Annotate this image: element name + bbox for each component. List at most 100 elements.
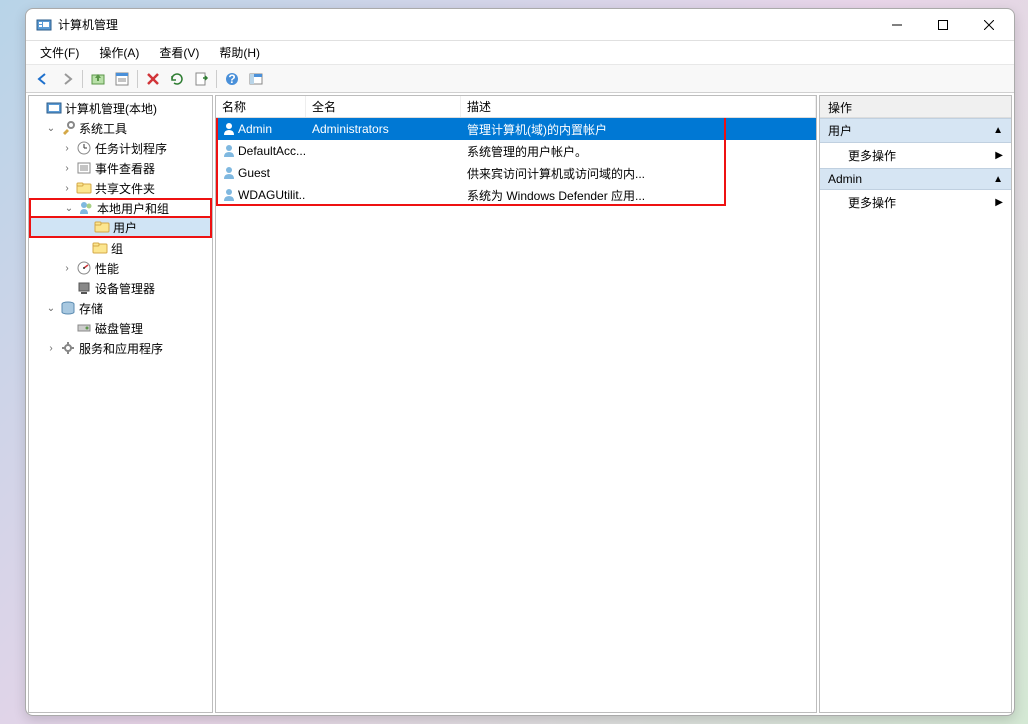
actions-section-admin[interactable]: Admin ▲ <box>820 168 1011 190</box>
action-label: 更多操作 <box>848 147 896 164</box>
toolbar-separator <box>137 70 138 88</box>
tree-disk-management[interactable]: 磁盘管理 <box>29 318 212 338</box>
minimize-button[interactable] <box>874 9 920 40</box>
actions-section-users[interactable]: 用户 ▲ <box>820 118 1011 143</box>
user-row[interactable]: Guest 供来宾访问计算机或访问域的内... <box>216 162 816 184</box>
cell-description: 系统为 Windows Defender 应用... <box>461 187 816 204</box>
tree-label: 存储 <box>79 300 103 317</box>
users-icon <box>78 200 94 216</box>
svg-text:?: ? <box>228 72 235 86</box>
tree-label: 事件查看器 <box>95 160 155 177</box>
tree-system-tools[interactable]: ⌄ 系统工具 <box>29 118 212 138</box>
tree-local-users-groups[interactable]: ⌄ 本地用户和组 <box>29 198 212 218</box>
tree-users[interactable]: 用户 <box>29 218 212 238</box>
tree-shared-folders[interactable]: › 共享文件夹 <box>29 178 212 198</box>
performance-icon <box>76 260 92 276</box>
user-row[interactable]: DefaultAcc...系统管理的用户帐户。 <box>216 140 816 162</box>
tree-panel[interactable]: 计算机管理(本地) ⌄ 系统工具 › 任务计划程序 › 事件查看器 › 共享文件… <box>28 95 213 713</box>
content-area: 计算机管理(本地) ⌄ 系统工具 › 任务计划程序 › 事件查看器 › 共享文件… <box>26 93 1014 715</box>
tree-label: 组 <box>111 240 123 257</box>
tree-label: 服务和应用程序 <box>79 340 163 357</box>
actions-header: 操作 <box>820 96 1011 118</box>
folder-icon <box>94 219 110 235</box>
collapse-icon: ▲ <box>993 125 1003 136</box>
cell-name: Guest <box>216 166 306 180</box>
window-controls <box>874 9 1012 40</box>
window-title: 计算机管理 <box>58 16 874 33</box>
export-button[interactable] <box>190 68 212 90</box>
folder-icon <box>92 240 108 256</box>
cell-name: WDAGUtilit... <box>216 188 306 202</box>
cell-description: 管理计算机(域)的内置帐户 <box>461 121 816 138</box>
user-icon <box>222 188 236 202</box>
refresh-button[interactable] <box>166 68 188 90</box>
up-button[interactable] <box>87 68 109 90</box>
main-window: 计算机管理 文件(F) 操作(A) 查看(V) 帮助(H) ? 计算机 <box>25 8 1015 716</box>
list-panel[interactable]: 名称 全名 描述 AdminAdministrators管理计算机(域)的内置帐… <box>215 95 817 713</box>
tools-icon <box>60 120 76 136</box>
user-icon <box>222 122 236 136</box>
column-description[interactable]: 描述 <box>461 96 816 117</box>
menu-file[interactable]: 文件(F) <box>30 42 89 63</box>
tree-label: 磁盘管理 <box>95 320 143 337</box>
more-actions-admin[interactable]: 更多操作 ▶ <box>820 190 1011 215</box>
actions-panel: 操作 用户 ▲ 更多操作 ▶ Admin ▲ 更多操作 ▶ <box>819 95 1012 713</box>
tree-groups[interactable]: 组 <box>29 238 212 258</box>
back-button[interactable] <box>32 68 54 90</box>
storage-icon <box>60 300 76 316</box>
properties-button[interactable] <box>111 68 133 90</box>
user-row[interactable]: WDAGUtilit... 系统为 Windows Defender 应用... <box>216 184 816 206</box>
list-body: AdminAdministrators管理计算机(域)的内置帐户DefaultA… <box>216 118 816 206</box>
menu-view[interactable]: 查看(V) <box>149 42 209 63</box>
action-label: 更多操作 <box>848 194 896 211</box>
tree-label: 计算机管理(本地) <box>65 100 157 117</box>
tree-root[interactable]: 计算机管理(本地) <box>29 98 212 118</box>
column-name[interactable]: 名称 <box>216 96 306 117</box>
menu-action[interactable]: 操作(A) <box>89 42 149 63</box>
expander-icon[interactable]: › <box>61 143 73 154</box>
tree-services-apps[interactable]: › 服务和应用程序 <box>29 338 212 358</box>
tree-label: 设备管理器 <box>95 280 155 297</box>
user-icon <box>222 166 236 180</box>
tree-label: 任务计划程序 <box>95 140 167 157</box>
cell-description: 系统管理的用户帐户。 <box>461 143 816 160</box>
tree-storage[interactable]: ⌄ 存储 <box>29 298 212 318</box>
expander-icon[interactable]: › <box>45 343 57 354</box>
delete-button[interactable] <box>142 68 164 90</box>
help-button[interactable]: ? <box>221 68 243 90</box>
app-icon <box>36 17 52 33</box>
tree-label: 系统工具 <box>79 120 127 137</box>
tree-event-viewer[interactable]: › 事件查看器 <box>29 158 212 178</box>
menubar: 文件(F) 操作(A) 查看(V) 帮助(H) <box>26 41 1014 65</box>
cell-fullname: Administrators <box>306 122 461 136</box>
expander-icon[interactable]: ⌄ <box>63 203 75 214</box>
tree-label: 用户 <box>113 219 137 236</box>
show-hide-button[interactable] <box>245 68 267 90</box>
clock-icon <box>76 140 92 156</box>
maximize-button[interactable] <box>920 9 966 40</box>
column-fullname[interactable]: 全名 <box>306 96 461 117</box>
expander-icon[interactable]: ⌄ <box>45 123 57 134</box>
expander-icon[interactable]: › <box>61 163 73 174</box>
device-icon <box>76 280 92 296</box>
forward-button[interactable] <box>56 68 78 90</box>
menu-help[interactable]: 帮助(H) <box>209 42 270 63</box>
more-actions-users[interactable]: 更多操作 ▶ <box>820 143 1011 168</box>
computer-icon <box>46 100 62 116</box>
close-button[interactable] <box>966 9 1012 40</box>
tree-device-manager[interactable]: 设备管理器 <box>29 278 212 298</box>
tree-performance[interactable]: › 性能 <box>29 258 212 278</box>
toolbar-separator <box>82 70 83 88</box>
expander-icon[interactable]: ⌄ <box>45 303 57 314</box>
user-icon <box>222 144 236 158</box>
tree-task-scheduler[interactable]: › 任务计划程序 <box>29 138 212 158</box>
disk-icon <box>76 320 92 336</box>
expander-icon[interactable]: › <box>61 183 73 194</box>
user-row[interactable]: AdminAdministrators管理计算机(域)的内置帐户 <box>216 118 816 140</box>
expander-icon[interactable]: › <box>61 263 73 274</box>
cell-description: 供来宾访问计算机或访问域的内... <box>461 165 816 182</box>
section-label: Admin <box>828 172 862 186</box>
list-header: 名称 全名 描述 <box>216 96 816 118</box>
toolbar-separator <box>216 70 217 88</box>
section-label: 用户 <box>828 122 852 139</box>
